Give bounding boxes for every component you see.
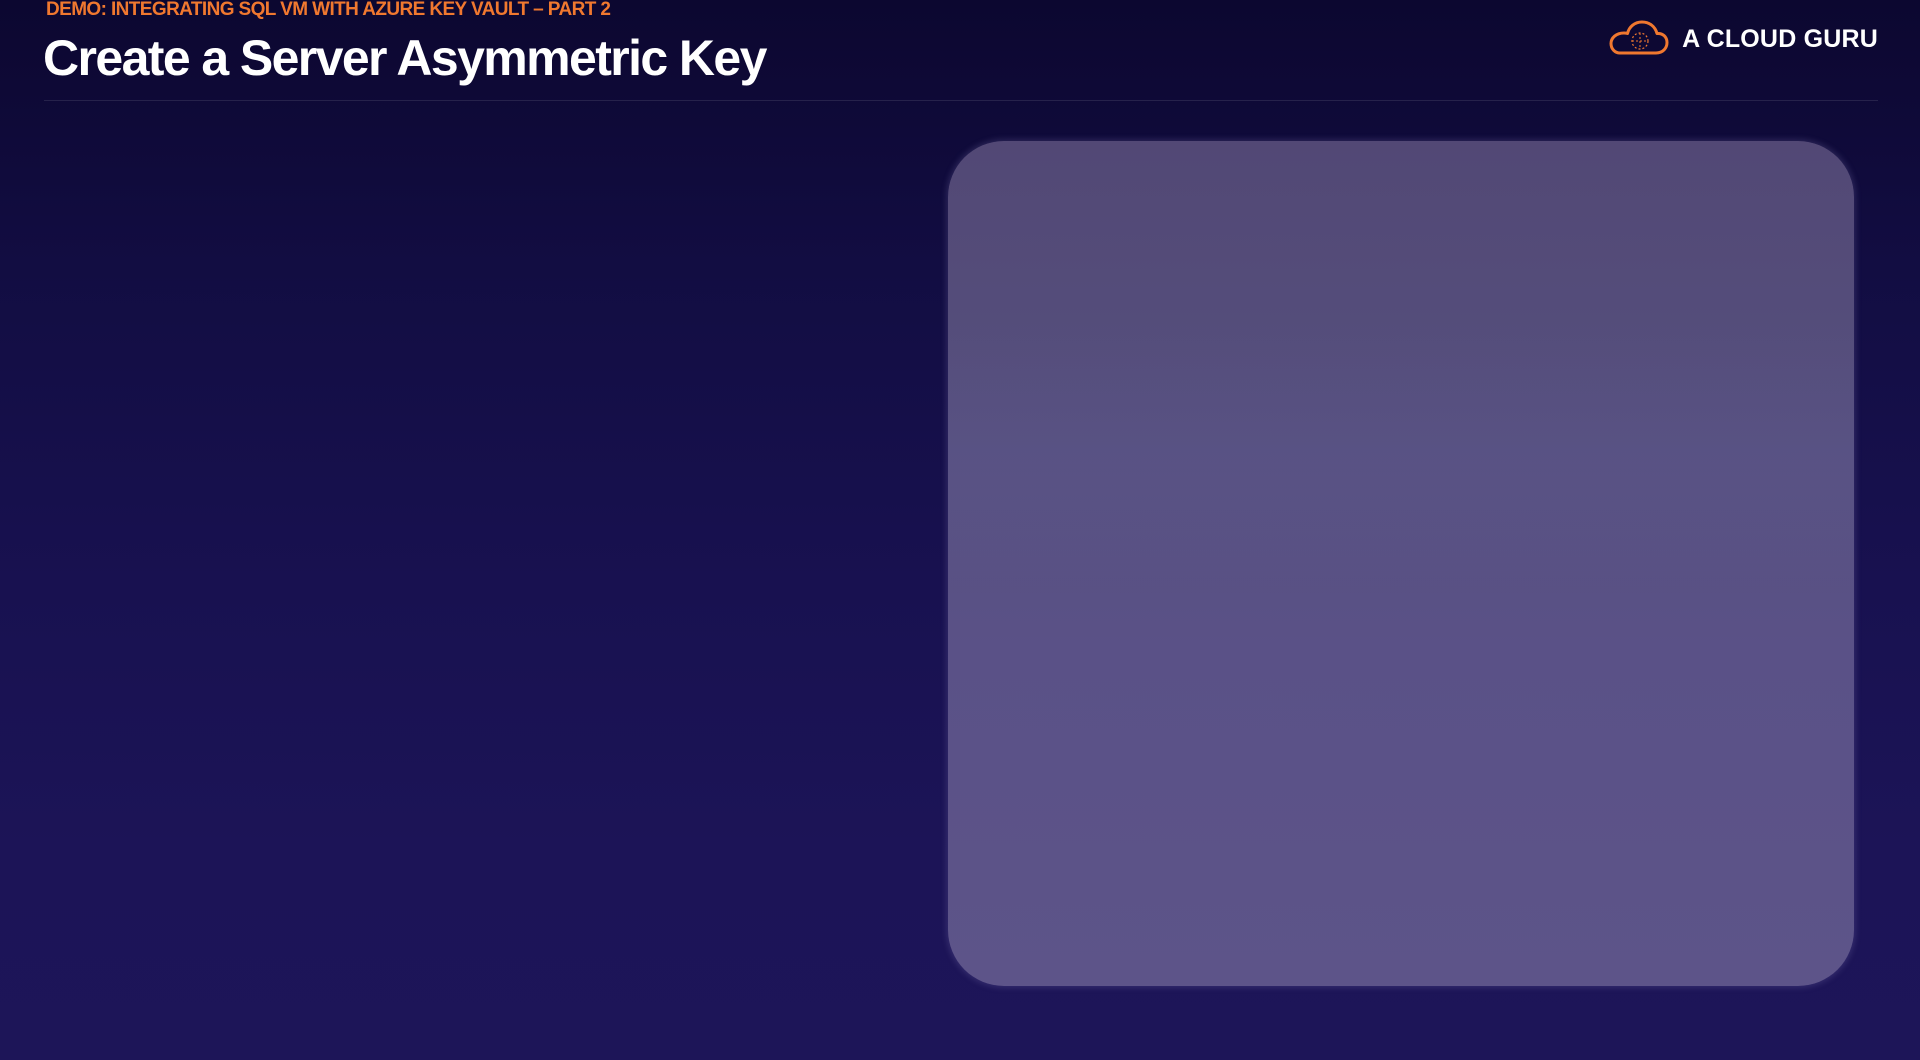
slide-title: Create a Server Asymmetric Key bbox=[43, 30, 767, 86]
brand-name: A CLOUD GURU bbox=[1682, 24, 1878, 53]
slide-eyebrow: DEMO: INTEGRATING SQL VM WITH AZURE KEY … bbox=[46, 0, 611, 20]
brand: A CLOUD GURU bbox=[1606, 16, 1878, 62]
presenter-video-panel bbox=[948, 141, 1854, 986]
cloud-logo-icon bbox=[1609, 20, 1669, 55]
panel-sheen bbox=[948, 331, 1854, 591]
header-divider bbox=[44, 100, 1878, 101]
